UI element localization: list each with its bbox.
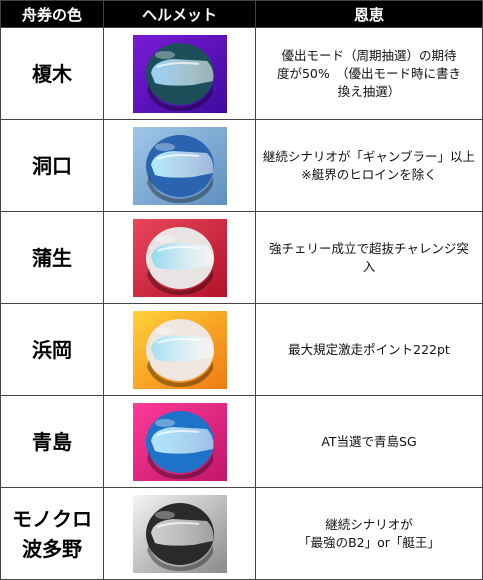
- helmet-image: [132, 402, 227, 481]
- benefit-line-1: AT当選で青島SG: [321, 433, 417, 449]
- benefit-line-1: 強チェリー成立で超抜チャレンジ突: [269, 240, 469, 256]
- helmet-cell: [103, 119, 256, 212]
- benefit-line-2: 「最強のB2」or「艇王」: [298, 534, 440, 550]
- helmet-icon: [132, 494, 227, 573]
- table-row: 青島 AT当選で青島SG: [0, 395, 483, 488]
- helmet-cell: [103, 211, 256, 304]
- ticket-color-name: 榎木: [0, 27, 104, 120]
- benefit-cell: 強チェリー成立で超抜チャレンジ突 入: [255, 211, 483, 304]
- ticket-color-name: モノクロ 波多野: [0, 487, 104, 580]
- benefit-line-1: 継続シナリオが: [325, 516, 413, 532]
- helmet-cell: [103, 27, 256, 120]
- table-row: モノクロ 波多野 継続シナリオが 「最強のB2」or「艇王」: [0, 487, 483, 580]
- benefit-cell: 継続シナリオが「ギャンブラー」以上 ※艇界のヒロインを除く: [255, 119, 483, 212]
- name-line-1: 洞口: [32, 153, 72, 178]
- table-row: 洞口 継続シナリオが「ギャンブラー」以上 ※艇界のヒロインを除く: [0, 119, 483, 212]
- benefit-line-2: ※艇界のヒロインを除く: [301, 166, 437, 182]
- helmet-icon: [132, 402, 227, 481]
- helmet-image: [132, 494, 227, 573]
- table-row: 榎木 優出モード（周期抽選）の期待 度が50% （優出モード時に書き 換え抽選）: [0, 27, 483, 120]
- header-row: 舟券の色 ヘルメット 恩恵: [0, 0, 483, 28]
- helmet-cell: [103, 395, 256, 488]
- benefit-line-1: 優出モード（周期抽選）の期待: [281, 47, 457, 63]
- helmet-image: [132, 126, 227, 205]
- helmet-icon: [132, 310, 227, 389]
- name-line-1: 蒲生: [32, 245, 72, 270]
- header-ticket-color: 舟券の色: [0, 0, 104, 28]
- benefit-cell: AT当選で青島SG: [255, 395, 483, 488]
- name-line-1: 青島: [32, 429, 72, 454]
- helmet-icon: [132, 34, 227, 113]
- benefit-cell: 継続シナリオが 「最強のB2」or「艇王」: [255, 487, 483, 580]
- name-line-1: モノクロ: [12, 506, 92, 531]
- header-benefit: 恩恵: [255, 0, 483, 28]
- ticket-color-name: 青島: [0, 395, 104, 488]
- helmet-cell: [103, 303, 256, 396]
- benefit-line-3: 換え抽選）: [337, 83, 401, 99]
- helmet-image: [132, 34, 227, 113]
- helmet-benefit-table: 舟券の色 ヘルメット 恩恵 榎木 優出モード（周期抽選）の期待 度が50% （優…: [0, 0, 483, 580]
- ticket-color-name: 浜岡: [0, 303, 104, 396]
- helmet-image: [132, 310, 227, 389]
- helmet-image: [132, 218, 227, 297]
- ticket-color-name: 蒲生: [0, 211, 104, 304]
- ticket-color-name: 洞口: [0, 119, 104, 212]
- benefit-line-2: 度が50% （優出モード時に書き: [276, 65, 462, 81]
- helmet-icon: [132, 126, 227, 205]
- name-line-1: 榎木: [32, 61, 72, 86]
- name-line-1: 浜岡: [32, 337, 72, 362]
- header-helmet: ヘルメット: [103, 0, 256, 28]
- benefit-line-1: 継続シナリオが「ギャンブラー」以上: [262, 148, 476, 164]
- helmet-cell: [103, 487, 256, 580]
- table-row: 浜岡 最大規定激走ポイント222pt: [0, 303, 483, 396]
- benefit-line-1: 最大規定激走ポイント222pt: [288, 341, 450, 357]
- helmet-icon: [132, 218, 227, 297]
- benefit-line-2: 入: [362, 258, 376, 274]
- table-row: 蒲生 強チェリー成立で超抜チャレンジ突 入: [0, 211, 483, 304]
- benefit-cell: 最大規定激走ポイント222pt: [255, 303, 483, 396]
- name-line-2: 波多野: [22, 536, 82, 561]
- benefit-cell: 優出モード（周期抽選）の期待 度が50% （優出モード時に書き 換え抽選）: [255, 27, 483, 120]
